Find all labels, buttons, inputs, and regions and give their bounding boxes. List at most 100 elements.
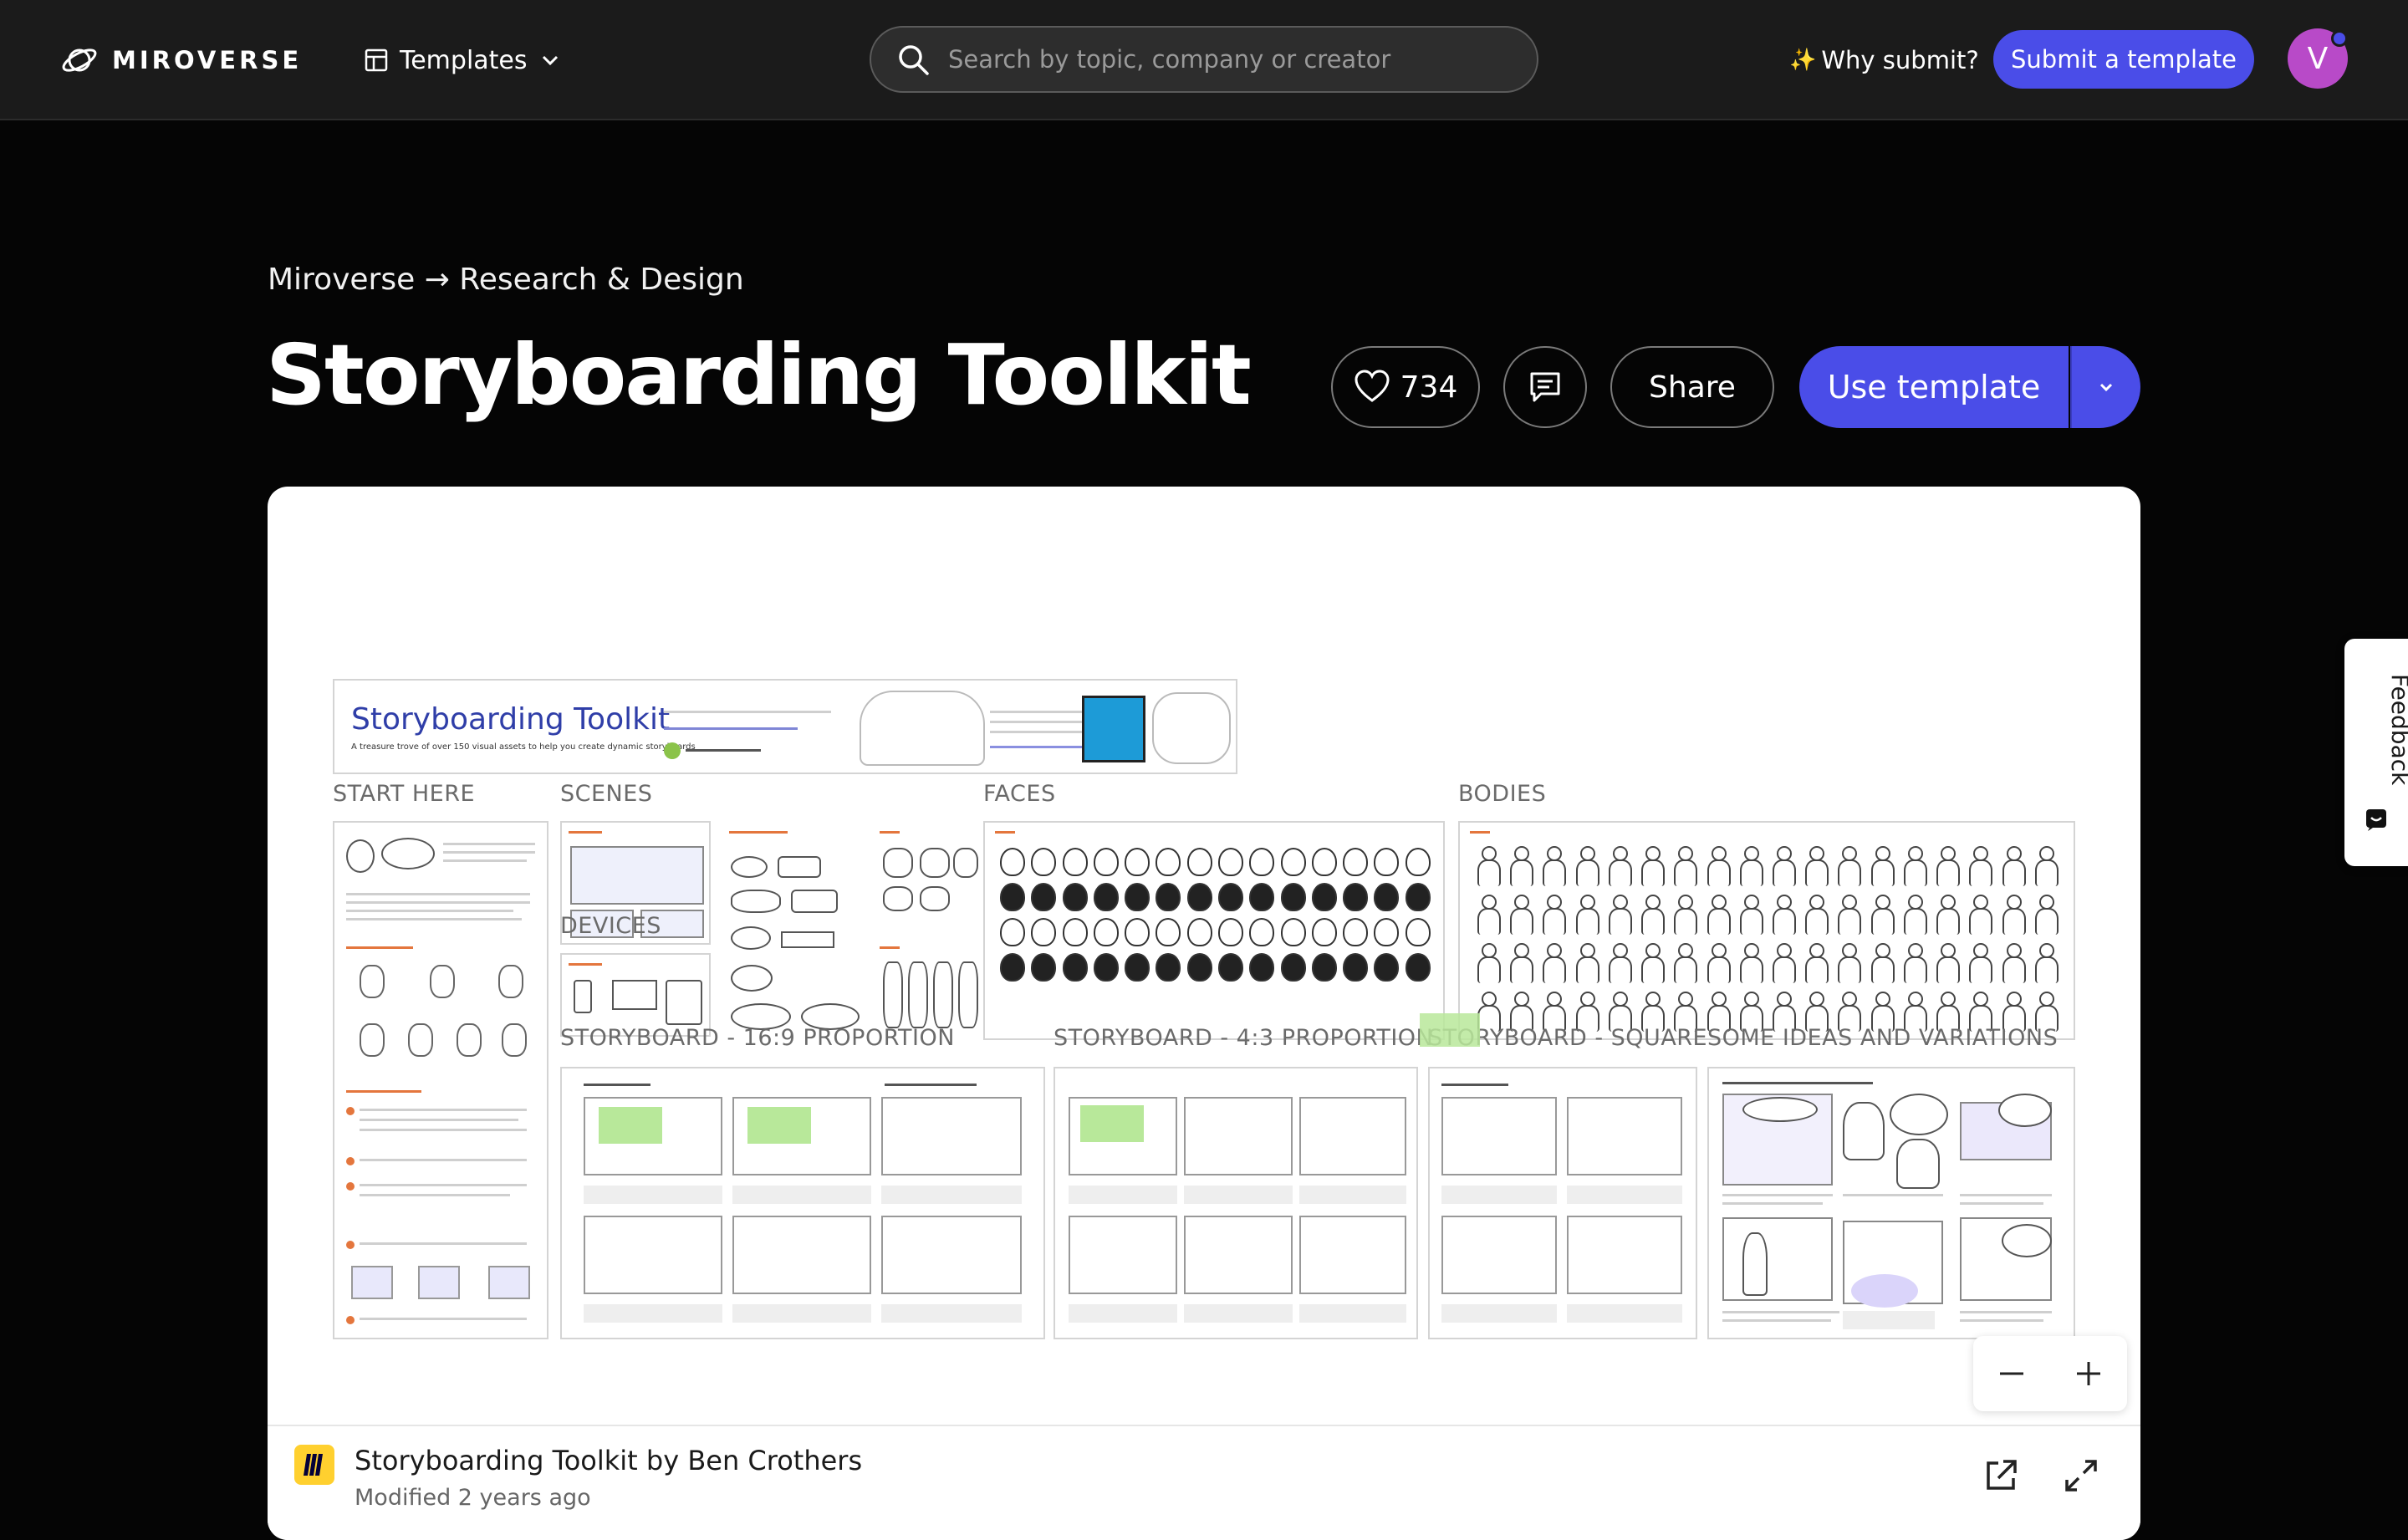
open-external-icon[interactable] (1982, 1456, 2020, 1495)
comment-button[interactable] (1503, 346, 1587, 428)
face-sketch (1093, 883, 1119, 911)
face-sketch (1093, 848, 1119, 876)
body-pose-sketch (1901, 943, 1927, 983)
section-label-storyboard-4-3: STORYBOARD - 4:3 PROPORTION (1054, 1025, 1434, 1051)
templates-dropdown[interactable]: Templates (365, 40, 561, 80)
body-pose-sketch (1967, 846, 1993, 886)
face-sketch (1031, 918, 1057, 946)
bodies-frame (1458, 821, 2075, 1040)
share-button[interactable]: Share (1610, 346, 1774, 428)
board-canvas[interactable]: Storyboarding Toolkit A treasure trove o… (268, 487, 2140, 1425)
face-sketch (1405, 953, 1431, 982)
body-pose-sketch (2033, 895, 2059, 935)
search-bar[interactable] (870, 26, 1538, 93)
body-pose-sketch (1803, 895, 1829, 935)
body-pose-sketch (1705, 895, 1731, 935)
body-pose-sketch (1835, 846, 1862, 886)
body-pose-sketch (1737, 846, 1763, 886)
face-sketch (1156, 848, 1181, 876)
section-label-bodies: BODIES (1458, 781, 1547, 807)
body-pose-sketch (1770, 846, 1796, 886)
sparkles-icon: ✨ (1789, 48, 1817, 73)
body-pose-sketch (1869, 943, 1895, 983)
body-pose-sketch (1475, 943, 1501, 983)
body-pose-sketch (1639, 895, 1666, 935)
face-sketch (1249, 953, 1275, 982)
face-sketch (1000, 848, 1025, 876)
why-submit-label: Why submit? (1821, 46, 1979, 74)
face-sketch (1343, 918, 1369, 946)
bright-pilots-logo (664, 742, 681, 759)
face-sketch (1125, 918, 1150, 946)
feedback-label: Feedback (2386, 674, 2408, 786)
face-sketch (1062, 953, 1088, 982)
why-submit-link[interactable]: ✨ Why submit? (1789, 40, 1979, 80)
face-sketch (1031, 883, 1057, 911)
breadcrumb[interactable]: Miroverse → Research & Design (268, 263, 744, 297)
like-count: 734 (1400, 370, 1458, 405)
board-info-bar: Storyboarding Toolkit by Ben Crothers Mo… (268, 1425, 2140, 1540)
body-pose-sketch (1934, 943, 1961, 983)
face-sketch (1125, 953, 1150, 982)
body-pose-sketch (1803, 846, 1829, 886)
ideas-variations-frame (1707, 1067, 2075, 1339)
search-input[interactable] (948, 45, 1537, 74)
fullscreen-icon[interactable] (2062, 1456, 2100, 1495)
avatar-initial: V (2307, 41, 2329, 76)
body-pose-sketch (1574, 943, 1599, 983)
body-pose-sketch (2000, 846, 2026, 886)
plus-icon (2077, 1362, 2100, 1385)
speech-bubbles-frame (726, 821, 861, 1037)
body-pose-sketch (1934, 895, 1961, 935)
body-pose-sketch (1967, 943, 1993, 983)
face-sketch (1280, 918, 1306, 946)
face-sketch (1031, 953, 1057, 982)
board-modified: Modified 2 years ago (355, 1485, 591, 1511)
body-poses-grid (1475, 846, 2060, 1032)
body-pose-sketch (1770, 943, 1796, 983)
section-label-storyboard-16-9: STORYBOARD - 16:9 PROPORTION (560, 1025, 955, 1051)
use-template-button[interactable]: Use template (1799, 346, 2069, 428)
section-label-devices: DEVICES (560, 913, 661, 939)
face-sketch (1405, 883, 1431, 911)
body-pose-sketch (1475, 895, 1501, 935)
face-sketch (1374, 953, 1400, 982)
face-icons-grid (1000, 848, 1431, 982)
miroverse-logo[interactable]: MIROVERSE (60, 40, 302, 80)
face-sketch (1218, 953, 1243, 982)
faces-frame (983, 821, 1445, 1040)
body-pose-sketch (1705, 846, 1731, 886)
zoom-controls (1973, 1336, 2127, 1411)
body-pose-sketch (1639, 943, 1666, 983)
illustration-sketch (860, 691, 985, 766)
like-button[interactable]: 734 (1331, 346, 1480, 428)
face-sketch (1186, 883, 1212, 911)
face-sketch (1311, 883, 1337, 911)
zoom-out-button[interactable] (1985, 1347, 2038, 1400)
feedback-tab[interactable]: Feedback (2344, 639, 2408, 866)
search-icon (899, 45, 929, 75)
body-pose-sketch (1508, 895, 1534, 935)
body-pose-sketch (2000, 943, 2026, 983)
face-sketch (1062, 883, 1088, 911)
cartoon-sketch (1152, 692, 1231, 764)
face-sketch (1186, 848, 1212, 876)
board-title: Storyboarding Toolkit by Ben Crothers (355, 1445, 863, 1476)
face-sketch (1311, 918, 1337, 946)
body-pose-sketch (1574, 846, 1599, 886)
body-pose-sketch (1705, 943, 1731, 983)
face-sketch (1062, 918, 1088, 946)
face-sketch (1343, 883, 1369, 911)
face-sketch (1280, 953, 1306, 982)
section-label-start-here: START HERE (333, 781, 476, 807)
notification-dot (2331, 30, 2348, 47)
face-sketch (1000, 883, 1025, 911)
use-template-dropdown[interactable] (2070, 346, 2140, 428)
zoom-in-button[interactable] (2062, 1347, 2115, 1400)
face-sketch (1000, 918, 1025, 946)
body-pose-sketch (1540, 943, 1567, 983)
section-label-ideas-variations: SOME IDEAS AND VARIATIONS (1707, 1025, 2059, 1051)
face-sketch (1249, 883, 1275, 911)
body-pose-sketch (2000, 895, 2026, 935)
submit-template-button[interactable]: Submit a template (1993, 30, 2254, 89)
